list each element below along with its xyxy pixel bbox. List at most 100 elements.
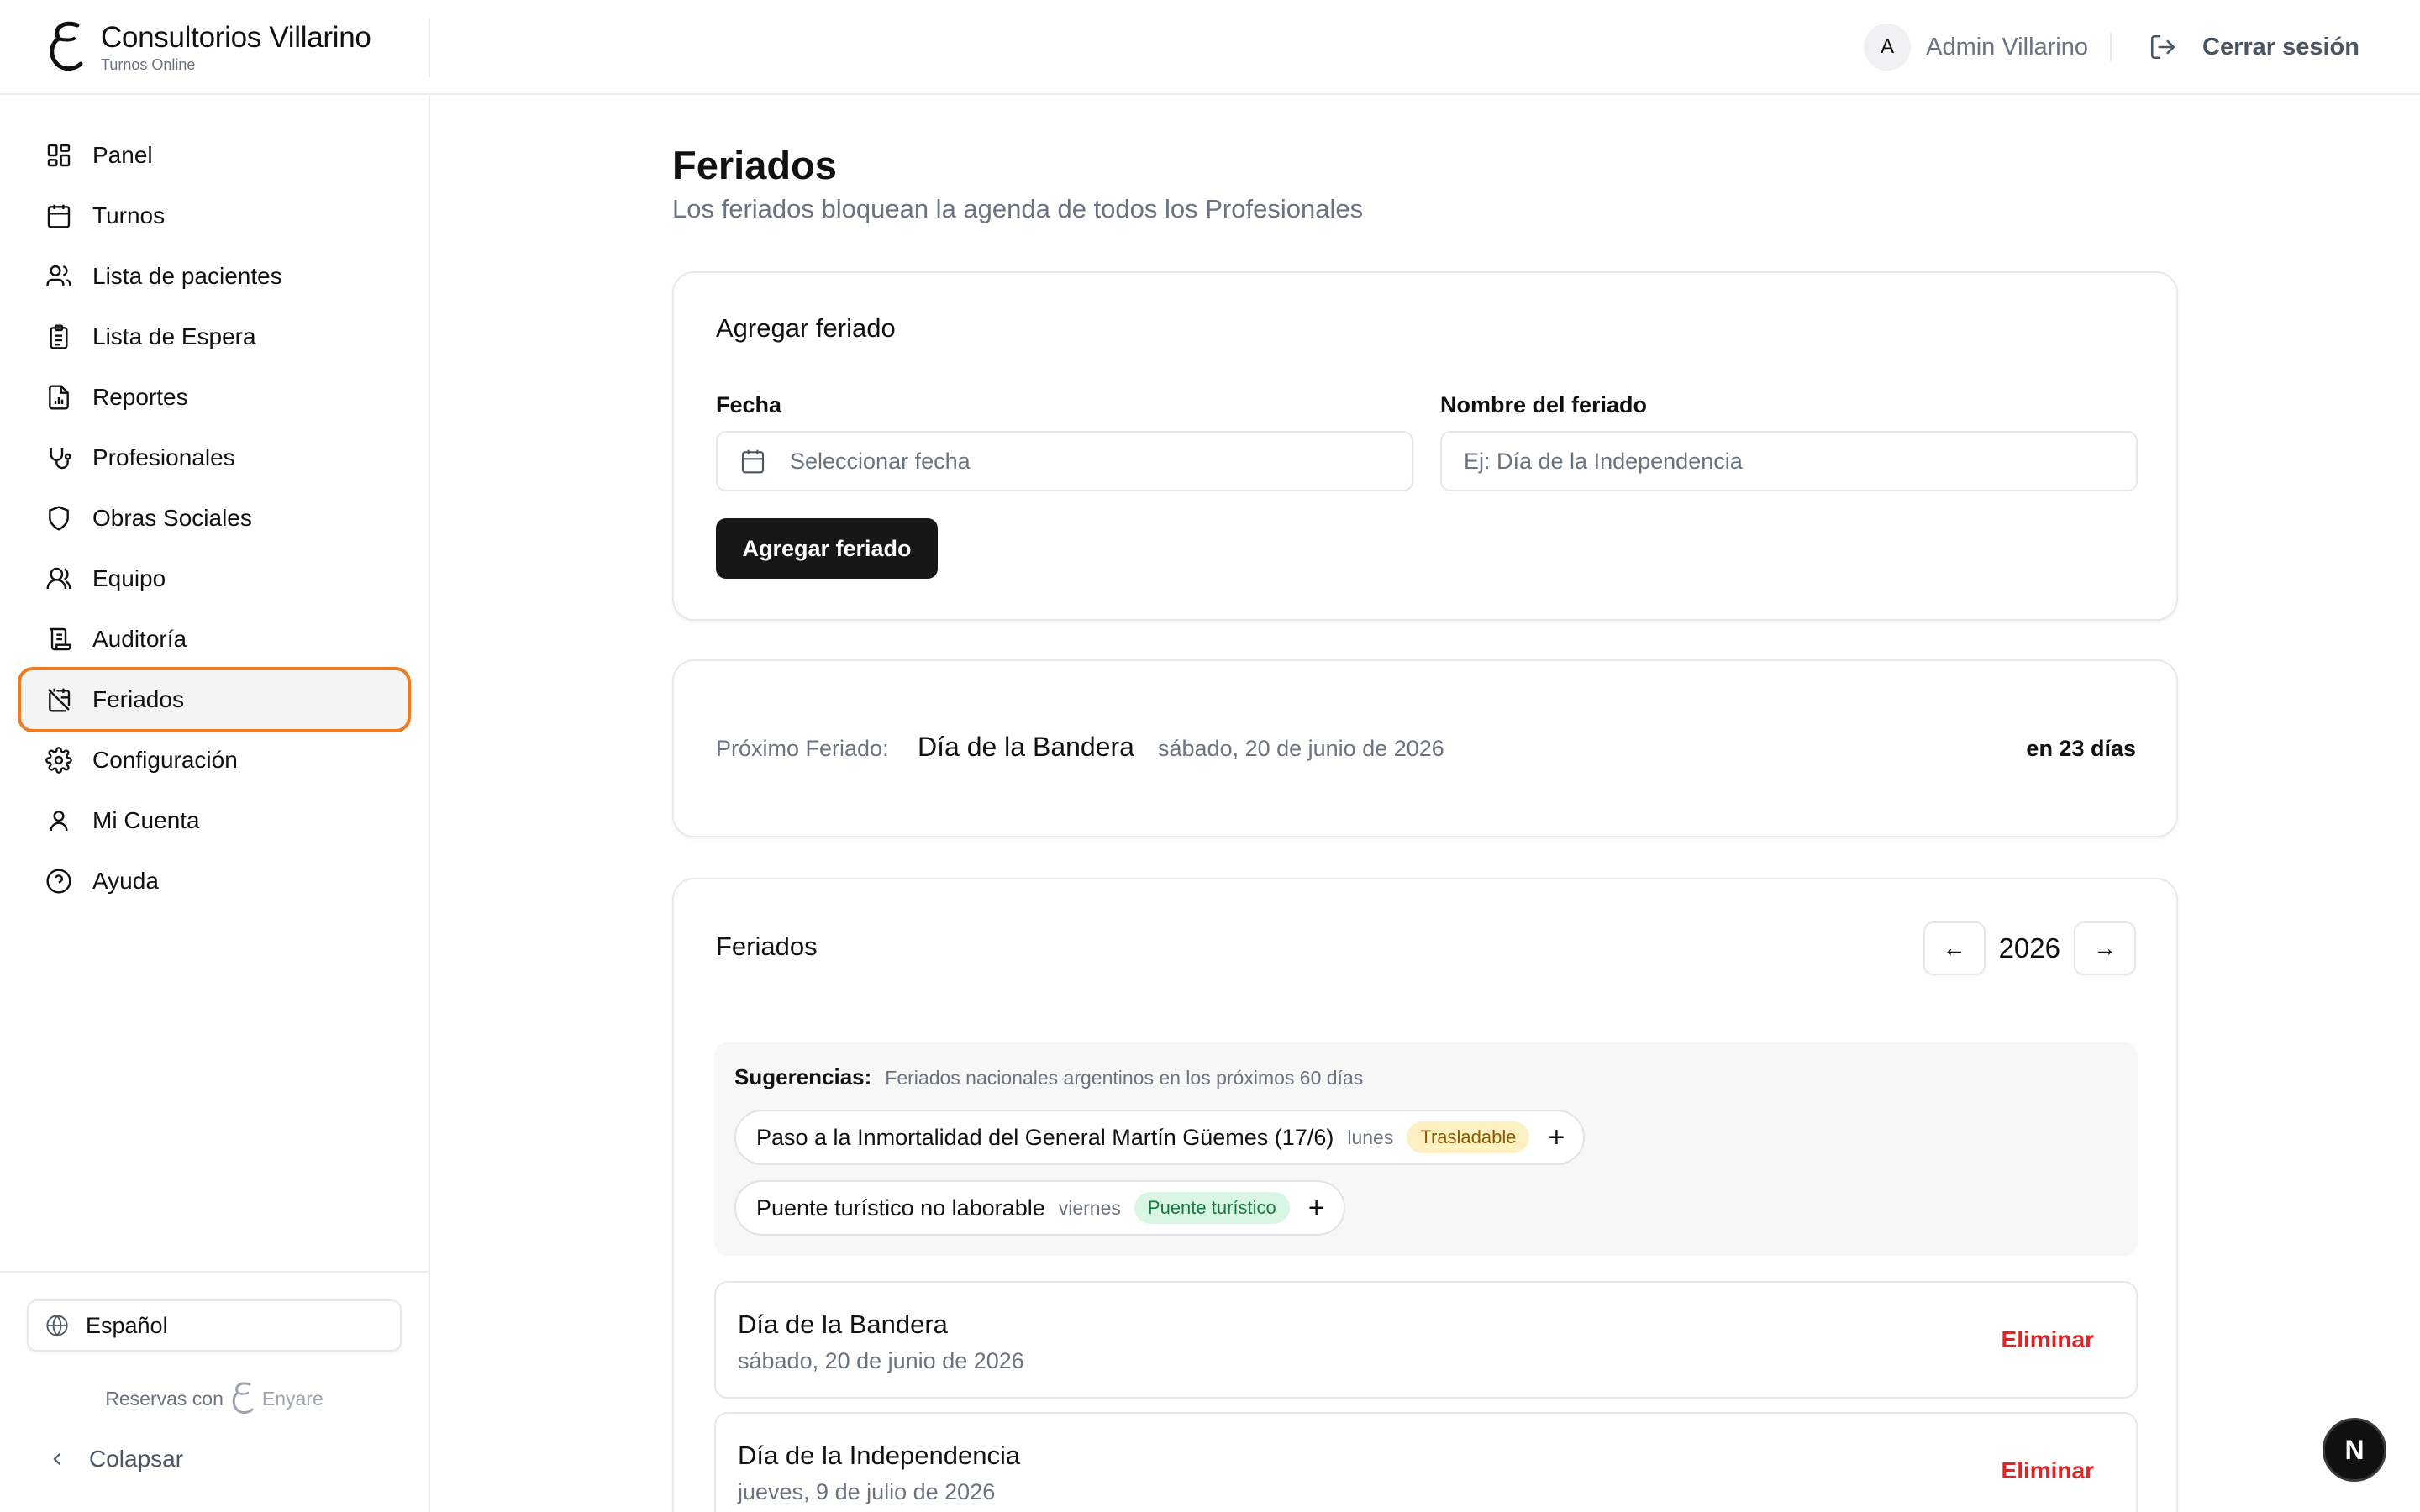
sidebar-item-label: Ayuda [92, 868, 159, 894]
grid-icon [47, 144, 71, 167]
delete-holiday-button[interactable]: Eliminar [2002, 1457, 2094, 1484]
sidebar-item-profesionales[interactable]: Profesionales [20, 428, 408, 488]
powered-by-text: Reservas con [105, 1387, 224, 1410]
sidebar-item-label: Obras Sociales [92, 505, 252, 531]
brand-name: Consultorios Villarino [101, 21, 371, 54]
sidebar-item-label: Mi Cuenta [92, 807, 200, 833]
holiday-date: sábado, 20 de junio de 2026 [738, 1348, 1024, 1373]
sidebar: Panel Turnos Lista de pacientes Lista de… [0, 95, 430, 1512]
chevron-left-icon [53, 1452, 61, 1466]
floating-action-button[interactable]: N [2323, 1418, 2386, 1482]
holiday-row: Día de la Independencia jueves, 9 de jul… [714, 1412, 2138, 1512]
page-subtitle: Los feriados bloquean la agenda de todos… [672, 194, 1364, 223]
next-holiday-countdown: en 23 días [2026, 736, 2136, 761]
stethoscope-icon [50, 448, 71, 470]
logout-icon[interactable] [2149, 33, 2177, 61]
sidebar-item-configuracion[interactable]: Configuración [20, 730, 408, 790]
divider [2110, 33, 2112, 61]
collapse-button[interactable]: Colapsar [47, 1446, 183, 1473]
sidebar-item-feriados[interactable]: Feriados [18, 667, 411, 732]
scroll-icon [50, 627, 71, 651]
calendar-icon [47, 204, 71, 228]
plus-icon[interactable]: + [1308, 1194, 1325, 1222]
sidebar-item-lista-espera[interactable]: Lista de Espera [20, 307, 408, 367]
next-holiday-card: Próximo Feriado: Día de la Bandera sábad… [672, 659, 2178, 837]
sidebar-item-mi-cuenta[interactable]: Mi Cuenta [20, 790, 408, 851]
powered-by: Reservas con Enyare [0, 1380, 429, 1417]
sidebar-item-label: Lista de Espera [92, 323, 256, 349]
user-name[interactable]: Admin Villarino [1926, 34, 2088, 61]
next-holiday-label: Próximo Feriado: [716, 736, 889, 761]
sidebar-item-label: Profesionales [92, 444, 235, 470]
brand-logo-icon [50, 21, 83, 71]
powered-by-brand: Enyare [261, 1387, 324, 1410]
sidebar-item-obras-sociales[interactable]: Obras Sociales [20, 488, 408, 549]
next-holiday-date: sábado, 20 de junio de 2026 [1158, 736, 1444, 761]
suggestion-name: Paso a la Inmortalidad del General Martí… [756, 1124, 1334, 1150]
plus-icon[interactable]: + [1548, 1123, 1565, 1152]
next-holiday-name: Día de la Bandera [918, 732, 1134, 762]
holidays-list-card: Feriados ← 2026 → Sugerencias: Feriados … [672, 878, 2178, 1512]
sidebar-item-reportes[interactable]: Reportes [20, 367, 408, 428]
add-holiday-button[interactable]: Agregar feriado [716, 518, 938, 579]
sidebar-item-label: Reportes [92, 384, 188, 410]
sidebar-item-equipo[interactable]: Equipo [20, 549, 408, 609]
holiday-name: Día de la Independencia [738, 1441, 1021, 1470]
date-label: Fecha [716, 392, 782, 417]
calendar-off-icon [48, 688, 71, 712]
user-menu: A Admin Villarino Cerrar sesión [1864, 24, 2360, 71]
help-circle-icon [46, 869, 71, 894]
sidebar-item-label: Configuración [92, 747, 238, 773]
sidebar-item-panel[interactable]: Panel [20, 125, 408, 186]
brand[interactable]: Consultorios Villarino Turnos Online [47, 18, 371, 76]
report-icon [49, 385, 69, 410]
gear-icon [45, 747, 72, 774]
sidebar-item-label: Panel [92, 142, 153, 168]
holiday-name-placeholder: Ej: Día de la Independencia [1464, 448, 1743, 474]
suggestion-chip[interactable]: Paso a la Inmortalidad del General Martí… [734, 1110, 1586, 1165]
name-label: Nombre del feriado [1440, 392, 1648, 417]
top-bar: Consultorios Villarino Turnos Online A A… [0, 0, 2420, 95]
year-label: 2026 [1998, 932, 2060, 963]
sidebar-item-label: Lista de pacientes [92, 263, 282, 289]
suggestion-day: viernes [1058, 1196, 1121, 1219]
add-holiday-title: Agregar feriado [716, 313, 896, 343]
suggestions-panel: Sugerencias: Feriados nacionales argenti… [714, 1042, 2138, 1256]
sidebar-item-auditoria[interactable]: Auditoría [20, 609, 408, 669]
sidebar-footer: Español Reservas con Enyare Colapsar [0, 1271, 429, 1472]
suggestions-description: Feriados nacionales argentinos en los pr… [885, 1067, 1364, 1089]
logout-button[interactable]: Cerrar sesión [2202, 34, 2360, 61]
holiday-name-input[interactable]: Ej: Día de la Independencia [1440, 431, 2138, 491]
brand-subtitle: Turnos Online [101, 56, 196, 73]
clipboard-list-icon [50, 324, 68, 349]
next-year-button[interactable]: → [2074, 921, 2136, 975]
suggestion-day: lunes [1347, 1126, 1394, 1148]
delete-holiday-button[interactable]: Eliminar [2002, 1326, 2094, 1353]
suggestion-badge: Puente turístico [1134, 1192, 1290, 1224]
language-select[interactable]: Español [27, 1299, 402, 1352]
year-navigator: ← 2026 → [1923, 921, 2136, 975]
language-label: Español [86, 1312, 168, 1338]
team-icon [46, 567, 71, 590]
sidebar-item-label: Equipo [92, 565, 166, 591]
sidebar-item-label: Turnos [92, 202, 166, 228]
globe-icon [46, 1314, 68, 1337]
sidebar-item-label: Feriados [92, 686, 184, 712]
sidebar-item-ayuda[interactable]: Ayuda [20, 851, 408, 911]
suggestion-chip[interactable]: Puente turístico no laborable viernes Pu… [734, 1180, 1345, 1236]
sidebar-nav: Panel Turnos Lista de pacientes Lista de… [18, 125, 411, 911]
shield-icon [49, 506, 69, 531]
date-picker-input[interactable]: Seleccionar fecha [716, 431, 1413, 491]
enyare-logo-icon [232, 1382, 254, 1414]
avatar[interactable]: A [1864, 24, 1912, 71]
calendar-icon [741, 449, 765, 474]
sidebar-item-lista-pacientes[interactable]: Lista de pacientes [20, 246, 408, 307]
add-holiday-card: Agregar feriado Fecha Seleccionar fecha … [672, 271, 2178, 621]
sidebar-item-turnos[interactable]: Turnos [20, 186, 408, 246]
page-title: Feriados [672, 143, 837, 187]
holiday-row: Día de la Bandera sábado, 20 de junio de… [714, 1281, 2138, 1399]
date-placeholder: Seleccionar fecha [790, 448, 971, 474]
collapse-label: Colapsar [89, 1446, 184, 1472]
prev-year-button[interactable]: ← [1923, 921, 1986, 975]
holiday-date: jueves, 9 de julio de 2026 [738, 1479, 996, 1504]
